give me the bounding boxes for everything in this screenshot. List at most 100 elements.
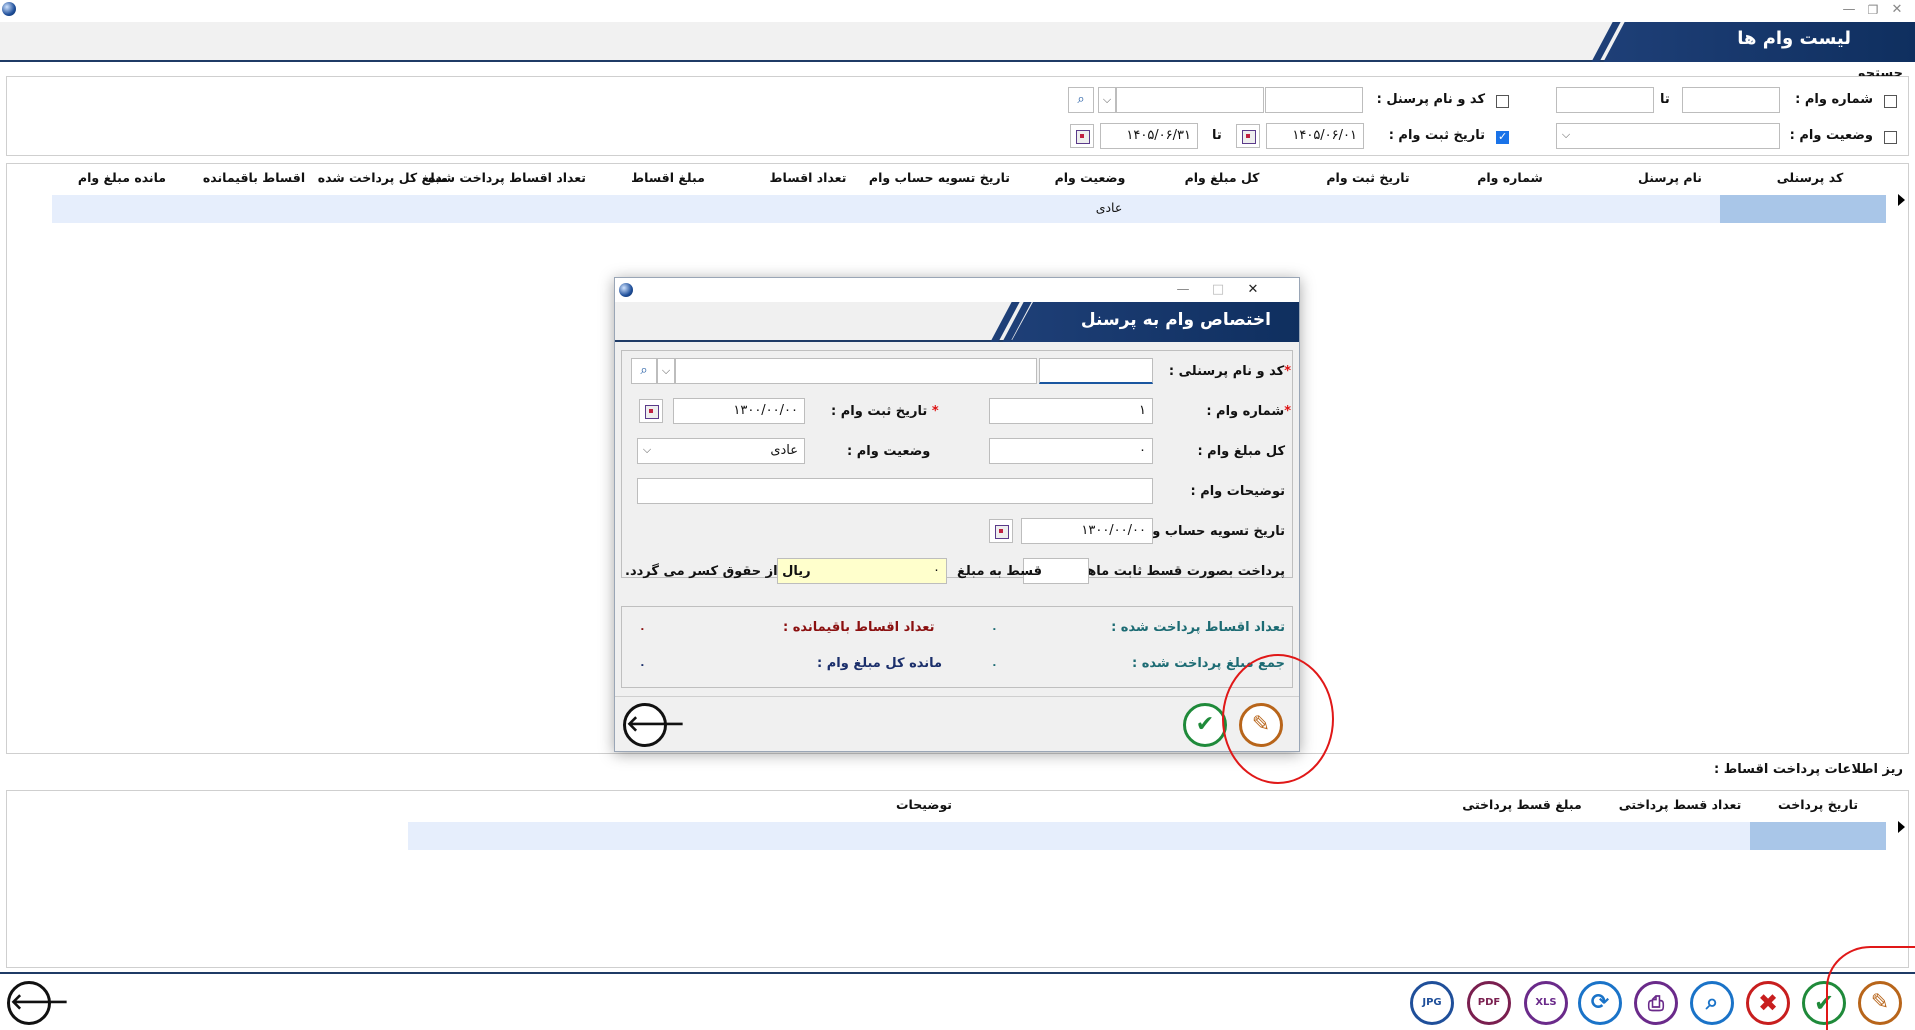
total-amount-label: کل مبلغ وام : xyxy=(1197,444,1285,459)
column-header[interactable]: شماره وام xyxy=(1450,170,1570,185)
selected-cell[interactable] xyxy=(1750,822,1886,850)
app-logo-icon xyxy=(2,2,16,16)
chevron-down-icon[interactable]: ⌵ xyxy=(1098,87,1116,113)
personnel-code-input[interactable] xyxy=(1265,87,1363,113)
loan-status-select[interactable]: عادی xyxy=(637,438,805,464)
dialog-back-button[interactable]: 🡐 xyxy=(623,703,685,747)
export-xls-button[interactable]: XLS xyxy=(1524,981,1568,1025)
chevron-down-icon[interactable]: ⌵ xyxy=(1557,123,1575,149)
register-date-label: تاریخ ثبت وام : xyxy=(1388,128,1485,143)
loan-number-to-input[interactable] xyxy=(1556,87,1654,113)
remaining-count-value: ۰ xyxy=(639,622,646,635)
delete-button[interactable]: ✖ xyxy=(1746,981,1790,1025)
loan-status-label: وضعیت وام : xyxy=(1789,128,1873,143)
register-date-to-input[interactable]: ۱۴۰۵/۰۶/۳۱ xyxy=(1100,123,1198,149)
restore-button[interactable]: ❐ xyxy=(1862,1,1884,19)
page-title: لیست وام ها xyxy=(1737,28,1851,49)
back-button[interactable]: 🡐 xyxy=(7,981,69,1025)
loan-number-checkbox[interactable] xyxy=(1884,95,1897,108)
highlight-circle xyxy=(1826,946,1915,1030)
toolbar-divider xyxy=(0,972,1915,974)
refresh-button[interactable]: ⟳ xyxy=(1578,981,1622,1025)
search-button[interactable]: ⌕ xyxy=(1690,981,1734,1025)
column-header[interactable]: مبلغ اقساط xyxy=(608,170,728,185)
installment-amount-label: قسط به مبلغ xyxy=(957,564,1043,579)
settlement-date-input[interactable]: ۱۳۰۰/۰۰/۰۰ xyxy=(1021,518,1153,544)
dialog-close-button[interactable]: ✕ xyxy=(1242,281,1264,299)
calendar-icon[interactable] xyxy=(989,519,1013,543)
loan-status-checkbox[interactable] xyxy=(1884,131,1897,144)
installments-grid[interactable] xyxy=(6,790,1909,968)
calendar-icon[interactable] xyxy=(1236,124,1260,148)
personnel-checkbox[interactable] xyxy=(1496,95,1509,108)
column-header[interactable]: تاریخ ثبت وام xyxy=(1308,170,1428,185)
personnel-name-combo[interactable] xyxy=(675,358,1037,384)
dialog-maximize-button[interactable]: □ xyxy=(1207,281,1229,299)
chevron-down-icon[interactable]: ⌵ xyxy=(638,438,656,464)
column-header[interactable]: مبلغ کل پرداخت شده xyxy=(318,170,448,185)
search-icon[interactable]: ⌕ xyxy=(631,358,657,384)
column-header[interactable]: تاریخ پرداخت xyxy=(1748,797,1888,812)
row-indicator-icon xyxy=(1898,194,1905,206)
search-icon[interactable]: ⌕ xyxy=(1068,87,1094,113)
export-pdf-button[interactable]: PDF xyxy=(1467,981,1511,1025)
table-row[interactable] xyxy=(408,822,1886,850)
chevron-down-icon[interactable]: ⌵ xyxy=(657,358,675,384)
search-zoom-icon: ⌕ xyxy=(1705,990,1719,1015)
print-icon: ⎙ xyxy=(1648,991,1664,1015)
personnel-name-combo[interactable] xyxy=(1116,87,1264,113)
column-header[interactable]: وضعیت وام xyxy=(1030,170,1150,185)
loan-number-input[interactable]: ۱ xyxy=(989,398,1153,424)
table-row[interactable] xyxy=(52,195,1886,223)
remaining-amount-label: مانده کل مبلغ وام : xyxy=(817,656,943,671)
column-header[interactable]: اقساط باقیمانده xyxy=(194,170,314,185)
selected-cell[interactable] xyxy=(1720,195,1886,223)
window-title-bar xyxy=(0,0,1915,22)
column-header[interactable]: کد پرسنلی xyxy=(1750,170,1870,185)
back-arrow-icon: 🡐 xyxy=(626,712,685,737)
back-arrow-icon: 🡐 xyxy=(10,990,69,1015)
personnel-code-label: *کد و نام پرسنلی : xyxy=(1168,364,1291,379)
description-label: توضیحات وام : xyxy=(1190,484,1285,499)
loan-number-to-label: تا xyxy=(1660,92,1670,107)
dialog-title: اختصاص وام به پرسنل xyxy=(1080,310,1271,330)
register-date-checkbox[interactable] xyxy=(1496,130,1509,144)
dialog-form xyxy=(621,350,1293,578)
dialog-minimize-button[interactable]: — xyxy=(1172,281,1194,299)
personnel-code-input[interactable] xyxy=(1039,358,1153,384)
loan-status-select[interactable] xyxy=(1556,123,1780,149)
column-header[interactable]: تاریخ تسویه حساب وام xyxy=(869,170,1010,185)
loan-summary-panel xyxy=(621,606,1293,688)
loan-number-from-input[interactable] xyxy=(1682,87,1780,113)
payment-suffix-text: ریال از حقوق کسر می گردد. xyxy=(625,564,811,579)
column-header[interactable]: تعداد قسط پرداختی xyxy=(1610,797,1750,812)
register-date-label: * تاریخ ثبت وام : xyxy=(831,404,939,419)
column-header[interactable]: کل مبلغ وام xyxy=(1162,170,1282,185)
column-header[interactable]: توضیحات xyxy=(854,797,994,812)
dialog-title-bar xyxy=(615,278,1299,302)
confirm-check-icon: ✔ xyxy=(1195,712,1215,737)
export-jpg-button[interactable]: JPG xyxy=(1410,981,1454,1025)
pdf-export-icon: PDF xyxy=(1477,997,1501,1008)
close-button[interactable]: ✕ xyxy=(1886,1,1908,19)
app-logo-icon xyxy=(619,283,633,297)
column-header[interactable]: مبلغ قسط پرداختی xyxy=(1452,797,1592,812)
column-header[interactable]: مانده مبلغ وام xyxy=(62,170,182,185)
row-indicator-icon xyxy=(1898,821,1905,833)
loan-number-label: شماره وام : xyxy=(1795,92,1873,107)
column-header[interactable]: تعداد اقساط xyxy=(748,170,868,185)
register-date-from-input[interactable]: ۱۴۰۵/۰۶/۰۱ xyxy=(1266,123,1364,149)
register-date-input[interactable]: ۱۳۰۰/۰۰/۰۰ xyxy=(673,398,805,424)
description-input[interactable] xyxy=(637,478,1153,504)
total-amount-input[interactable]: ۰ xyxy=(989,438,1153,464)
print-button[interactable]: ⎙ xyxy=(1634,981,1678,1025)
calendar-icon[interactable] xyxy=(1070,124,1094,148)
column-header[interactable]: تعداد اقساط پرداخت شده xyxy=(428,170,586,185)
dialog-confirm-button[interactable]: ✔ xyxy=(1183,703,1227,747)
paid-count-value: ۰ xyxy=(991,622,998,635)
installments-section-label: ریز اطلاعات پرداخت اقساط : xyxy=(1714,762,1903,777)
column-header[interactable]: نام پرسنل xyxy=(1610,170,1730,185)
calendar-icon[interactable] xyxy=(639,399,663,423)
highlight-circle xyxy=(1222,654,1334,784)
minimize-button[interactable]: — xyxy=(1838,1,1860,19)
